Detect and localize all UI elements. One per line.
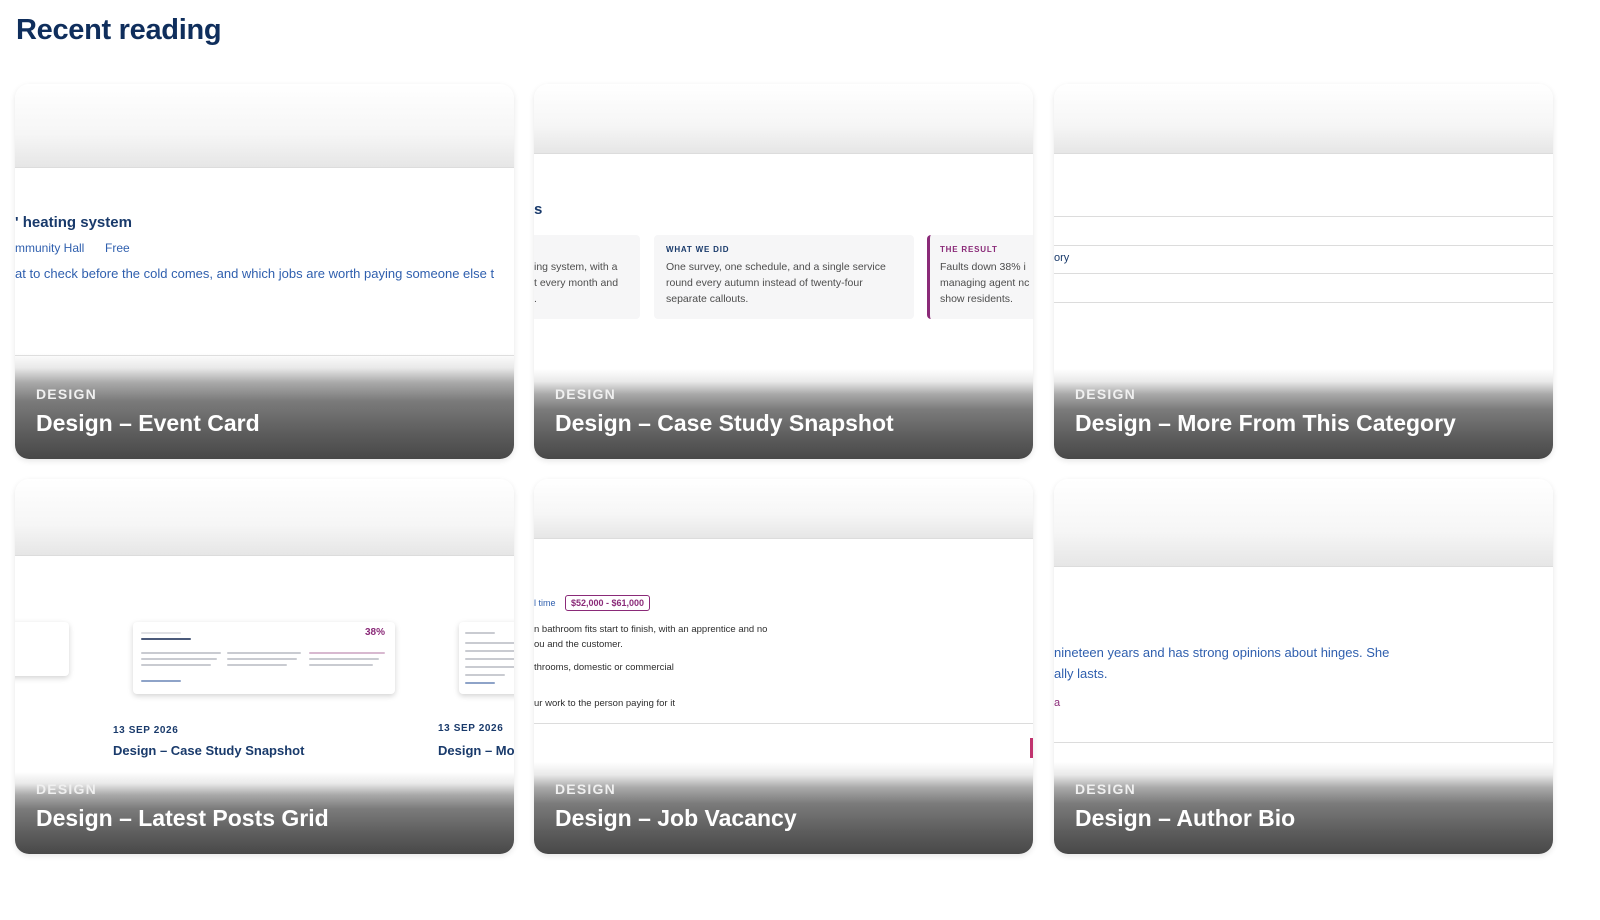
card-overlay: DESIGN Design – More From This Category bbox=[1075, 386, 1532, 437]
preview-heading: s bbox=[534, 201, 543, 218]
preview-tag-salary: $52,000 - $61,000 bbox=[565, 595, 651, 611]
card-preview-top bbox=[15, 84, 514, 168]
card-category: DESIGN bbox=[555, 781, 616, 797]
post-card-more-from-this-category[interactable]: ory DESIGN Design – More From This Categ… bbox=[1054, 84, 1553, 459]
preview-line: n bathroom fits start to finish, with an… bbox=[534, 624, 768, 635]
preview-col-problem: ing system, with a t every month and . bbox=[534, 235, 640, 319]
preview-post-title: Design – Mor bbox=[438, 743, 514, 758]
preview-line: ou and the customer. bbox=[534, 639, 623, 650]
preview-line: ur work to the person paying for it bbox=[534, 698, 675, 709]
preview-post-date: 13 SEP 2026 bbox=[438, 723, 504, 734]
post-card-author-bio[interactable]: nineteen years and has strong opinions a… bbox=[1054, 479, 1553, 854]
card-overlay: DESIGN Design – Event Card bbox=[36, 386, 493, 437]
section-title: Recent reading bbox=[16, 14, 222, 46]
post-card-event-card[interactable]: ' heating system mmunity Hall Free at to… bbox=[15, 84, 514, 459]
preview-line: a bbox=[1054, 697, 1061, 709]
preview-col-result: THE RESULT Faults down 38% i managing ag… bbox=[927, 235, 1033, 319]
card-preview-top bbox=[15, 479, 514, 556]
card-title[interactable]: Design – Event Card bbox=[36, 410, 493, 437]
preview-line: nineteen years and has strong opinions a… bbox=[1054, 645, 1390, 660]
post-card-latest-posts-grid[interactable]: 38% 13 SEP 2026 Design – Case Study Snap… bbox=[15, 479, 514, 854]
preview-body: at to check before the cold comes, and w… bbox=[15, 266, 495, 281]
preview-venue: mmunity Hall bbox=[15, 241, 85, 255]
preview-mini-card-main: 38% bbox=[133, 622, 395, 694]
preview-mini-card-left bbox=[15, 622, 69, 676]
card-overlay: DESIGN Design – Latest Posts Grid bbox=[36, 781, 493, 832]
preview-fragment: ory bbox=[1054, 252, 1070, 264]
preview-tag-time: l time bbox=[534, 598, 556, 608]
preview-heading: ' heating system bbox=[15, 214, 132, 231]
card-preview-top bbox=[534, 479, 1033, 539]
preview-line: ally lasts. bbox=[1054, 666, 1108, 681]
card-category: DESIGN bbox=[1075, 781, 1136, 797]
preview-col-what-we-did: WHAT WE DID One survey, one schedule, an… bbox=[654, 235, 914, 319]
card-overlay: DESIGN Design – Job Vacancy bbox=[555, 781, 1012, 832]
preview-post-date: 13 SEP 2026 bbox=[113, 725, 179, 736]
card-category: DESIGN bbox=[36, 781, 97, 797]
card-overlay: DESIGN Design – Case Study Snapshot bbox=[555, 386, 1012, 437]
card-category: DESIGN bbox=[1075, 386, 1136, 402]
card-title[interactable]: Design – Latest Posts Grid bbox=[36, 805, 493, 832]
card-title[interactable]: Design – Job Vacancy bbox=[555, 805, 1012, 832]
card-title[interactable]: Design – More From This Category bbox=[1075, 410, 1532, 437]
post-card-case-study-snapshot[interactable]: s ing system, with a t every month and .… bbox=[534, 84, 1033, 459]
card-preview-top bbox=[1054, 84, 1553, 154]
card-preview-top bbox=[534, 84, 1033, 154]
preview-mini-card-right bbox=[459, 622, 514, 694]
card-category: DESIGN bbox=[555, 386, 616, 402]
post-card-job-vacancy[interactable]: l time $52,000 - $61,000 n bathroom fits… bbox=[534, 479, 1033, 854]
card-overlay: DESIGN Design – Author Bio bbox=[1075, 781, 1532, 832]
preview-price: Free bbox=[105, 241, 130, 255]
card-category: DESIGN bbox=[36, 386, 97, 402]
preview-line: throoms, domestic or commercial bbox=[534, 662, 674, 673]
card-preview-top bbox=[1054, 479, 1553, 567]
preview-post-title: Design – Case Study Snapshot bbox=[113, 743, 305, 758]
card-title[interactable]: Design – Author Bio bbox=[1075, 805, 1532, 832]
preview-accent-bar bbox=[1030, 738, 1033, 758]
card-title[interactable]: Design – Case Study Snapshot bbox=[555, 410, 1012, 437]
